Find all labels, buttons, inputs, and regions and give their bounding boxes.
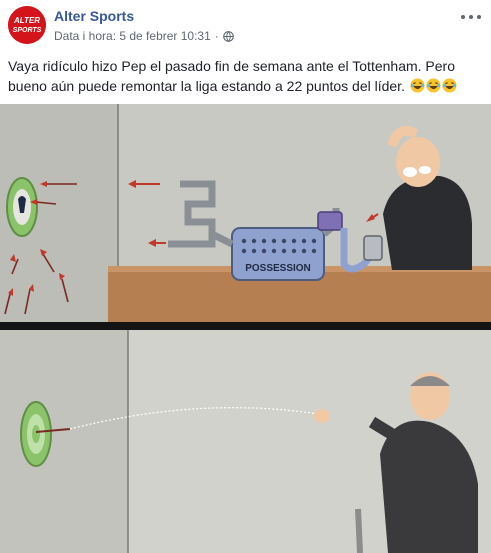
panel-divider — [0, 322, 491, 330]
panel-bottom-dart — [0, 330, 491, 553]
avatar-text-line1: ALTER — [13, 16, 40, 25]
page-name-link[interactable]: Alter Sports — [54, 8, 134, 24]
post-text: Vaya ridículo hizo Pep el pasado fin de … — [8, 58, 455, 94]
avatar-text-line2: SPORTS — [13, 27, 42, 34]
machine-label: POSSESSION — [245, 263, 311, 274]
post-header: ALTER SPORTS Alter Sports Data i hora: 5… — [0, 0, 491, 52]
more-options-icon[interactable] — [461, 10, 481, 24]
post-timestamp[interactable]: Data i hora: 5 de febrer 10:31 — [54, 29, 211, 43]
post-image-cartoon[interactable]: POSSESSION — [0, 104, 491, 553]
panel-top-machine: POSSESSION — [0, 104, 491, 322]
laughing-tears-emoji — [442, 78, 457, 93]
post-meta: Data i hora: 5 de febrer 10:31 · — [54, 29, 234, 43]
tottenham-target — [6, 177, 38, 237]
page-avatar[interactable]: ALTER SPORTS — [8, 6, 46, 44]
meta-separator: · — [214, 29, 219, 43]
laughing-tears-emoji — [410, 78, 425, 93]
laughing-tears-emoji — [426, 78, 441, 93]
post-text-block: Vaya ridículo hizo Pep el pasado fin de … — [8, 56, 484, 96]
globe-icon[interactable] — [222, 30, 234, 42]
